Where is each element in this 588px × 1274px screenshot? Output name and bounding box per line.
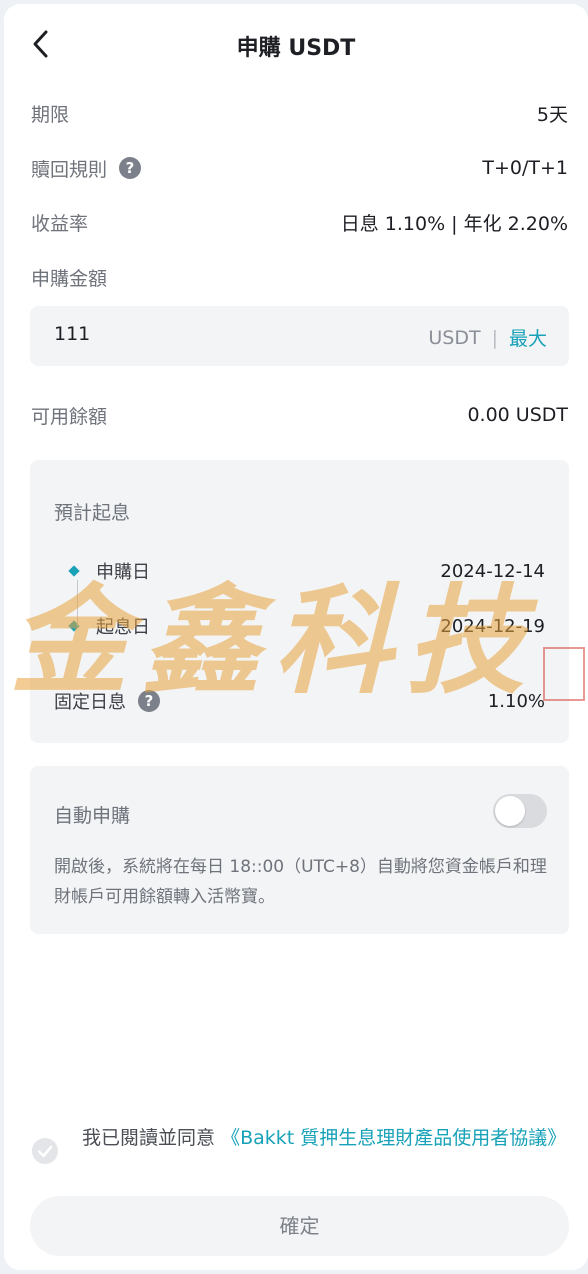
yield-value: 日息 1.10% | 年化 2.20% [340,212,568,235]
available-value: 0.00 USDT [467,404,568,426]
amount-unit: USDT [428,326,481,349]
term-value: 5天 [536,103,568,126]
fixed-rate-value: 1.10% [487,690,545,712]
page-title: 申購 USDT [236,36,356,61]
max-button[interactable]: 最大 [509,324,547,351]
header: 申購 USDT [4,4,588,84]
agreement-text-block: 我已閱讀並同意 《Bakkt 質押生息理財產品使用者協議》 [82,1124,568,1152]
term-label: 期限 [31,103,70,126]
start-date-value: 2024-12-19 [440,615,545,637]
subscribe-date-label: 申購日 [96,562,150,583]
agreement-link[interactable]: 《Bakkt 質押生息理財產品使用者協議》 [221,1127,566,1149]
amount-input[interactable]: 111 [54,323,90,345]
subscribe-date-row: 申購日 2024-12-14 [54,557,545,585]
term-row: 期限 5天 [31,96,568,130]
agreement: 我已閱讀並同意 《Bakkt 質押生息理財產品使用者協議》 [32,1124,568,1164]
fixed-rate-label: 固定日息 [54,692,126,713]
redeem-label: 贖回規則 [31,158,108,181]
toggle-knob [495,796,525,826]
start-date-label-group: 起息日 [54,613,150,639]
redeem-label-group: 贖回規則 ? [31,155,142,182]
amount-label: 申購金額 [31,267,108,290]
start-date-label: 起息日 [96,617,150,638]
check-circle-icon[interactable] [32,1138,58,1164]
help-icon[interactable]: ? [119,157,142,179]
amount-separator: | [491,326,498,349]
auto-subscribe-toggle[interactable] [493,794,547,828]
yield-label: 收益率 [31,212,89,235]
available-row: 可用餘額 0.00 USDT [31,398,568,432]
amount-suffix: USDT | 最大 [428,324,547,351]
subscribe-date-value: 2024-12-14 [440,560,545,582]
auto-subscribe-label: 自動申購 [54,805,131,827]
agreement-text: 我已閱讀並同意 [82,1127,216,1149]
redeem-row: 贖回規則 ? T+0/T+1 [31,151,568,185]
start-date-row: 起息日 2024-12-19 [54,612,545,640]
redeem-value: T+0/T+1 [482,157,568,179]
estimate-title: 預計起息 [54,502,131,524]
auto-subscribe-card: 自動申購 開啟後，系統將在每日 18::00（UTC+8）自動將您資金帳戶和理財… [30,766,569,934]
subscribe-screen: 申購 USDT 期限 5天 贖回規則 ? T+0/T+1 收益率 日息 1.10… [4,4,588,1270]
auto-subscribe-description: 開啟後，系統將在每日 18::00（UTC+8）自動將您資金帳戶和理財帳戶可用餘… [54,857,547,907]
available-label: 可用餘額 [31,405,108,428]
fixed-rate-label-group: 固定日息 ? [54,688,160,714]
help-icon[interactable]: ? [138,690,160,712]
estimate-card: 預計起息 申購日 2024-12-14 起息日 2024-12-19 固定日息 … [30,460,569,743]
amount-field[interactable]: 111 USDT | 最大 [30,306,569,366]
amount-label-row: 申購金額 [31,260,568,294]
fixed-rate-row: 固定日息 ? 1.10% [54,687,545,715]
timeline-dot-icon [68,565,80,577]
yield-row: 收益率 日息 1.10% | 年化 2.20% [31,205,568,239]
timeline-connector [77,580,78,626]
subscribe-date-label-group: 申購日 [54,558,150,584]
confirm-button[interactable]: 確定 [30,1196,569,1256]
